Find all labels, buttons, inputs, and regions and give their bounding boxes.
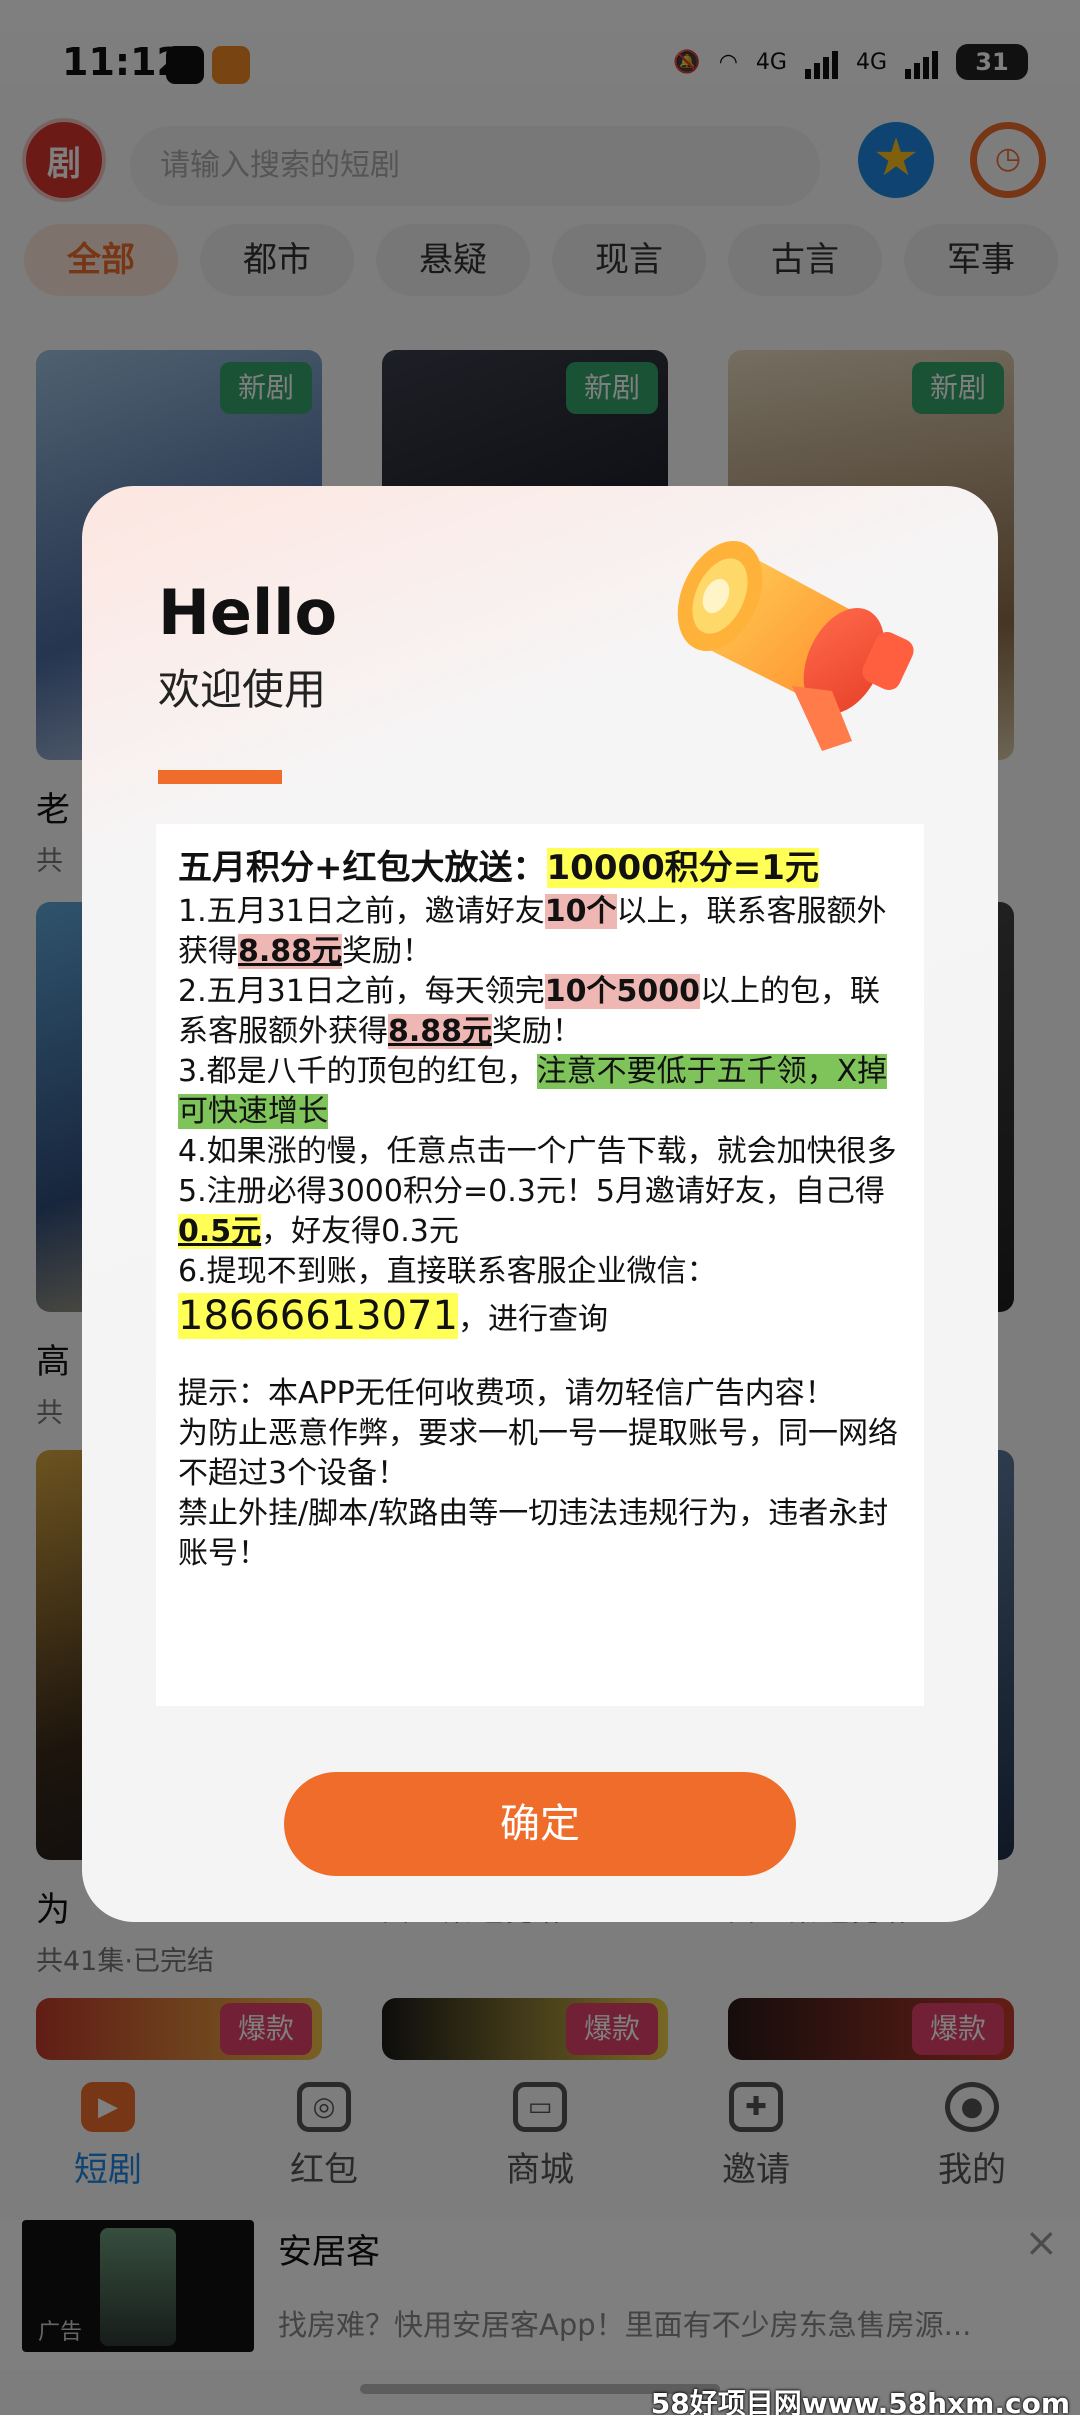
tip-3: 禁止外挂/脚本/软路由等一切违法违规行为，违者永封账号！: [178, 1496, 889, 1571]
tip-2: 为防止恶意作弊，要求一机一号一提取账号，同一网络不超过3个设备！: [178, 1416, 898, 1491]
rule-text: 3.都是八千的顶包的红包，: [178, 1054, 537, 1089]
rule-highlight: 10个: [544, 894, 617, 929]
announcement-content: 五月积分+红包大放送：10000积分=1元 1.五月31日之前，邀请好友10个以…: [156, 824, 924, 1706]
rule-highlight: 10个5000: [544, 974, 701, 1009]
welcome-dialog: Hello 欢迎使用 五月积分+红包大放送：10000积分=1元 1.五月31日…: [82, 486, 998, 1922]
accent-divider: [158, 770, 282, 784]
reward-amount: 8.88元: [388, 1014, 493, 1049]
reward-amount: 0.5元: [178, 1214, 262, 1249]
rule-item-6: 6.提现不到账，直接联系客服企业微信： 18666613071，进行查询: [178, 1252, 902, 1340]
rule-item-4: 4.如果涨的慢，任意点击一个广告下载，就会加快很多: [178, 1134, 897, 1169]
rule-item-3: 3.都是八千的顶包的红包，注意不要低于五千领，X掉可快速增长: [178, 1052, 902, 1132]
megaphone-icon: [677, 541, 914, 751]
rule-text: 6.提现不到账，直接联系客服企业微信：: [178, 1254, 717, 1289]
tip-1: 提示：本APP无任何收费项，请勿轻信广告内容！: [178, 1376, 835, 1411]
rule-item-5: 5.注册必得3000积分=0.3元！5月邀请好友，自己得 0.5元，好友得0.3元: [178, 1172, 902, 1252]
rule-text: 1.五月31日之前，邀请好友: [178, 894, 545, 929]
rule-text: 奖励！: [342, 934, 433, 969]
confirm-button[interactable]: 确定: [284, 1772, 796, 1876]
contact-phone[interactable]: 18666613071: [178, 1293, 458, 1339]
rule-text: ，好友得0.3元: [261, 1214, 459, 1249]
rule-item-1: 1.五月31日之前，邀请好友10个以上，联系客服额外获得8.88元奖励！: [178, 892, 902, 972]
dialog-hello: Hello: [158, 576, 338, 649]
reward-amount: 8.88元: [238, 934, 343, 969]
dialog-welcome: 欢迎使用: [158, 665, 327, 714]
rule-text: ，进行查询: [457, 1302, 608, 1337]
announcement-headline: 五月积分+红包大放送：10000积分=1元: [178, 846, 902, 890]
watermark: 58好项目网www.58hxm.com: [650, 2387, 1070, 2415]
rule-text: 5.注册必得3000积分=0.3元！5月邀请好友，自己得: [178, 1174, 885, 1209]
rule-item-2: 2.五月31日之前，每天领完10个5000以上的包，联系客服额外获得8.88元奖…: [178, 972, 902, 1052]
headline-highlight: 10000积分=1元: [546, 848, 819, 888]
headline-text: 五月积分+红包大放送：: [178, 848, 547, 888]
rule-text: 奖励！: [492, 1014, 583, 1049]
rule-text: 2.五月31日之前，每天领完: [178, 974, 545, 1009]
